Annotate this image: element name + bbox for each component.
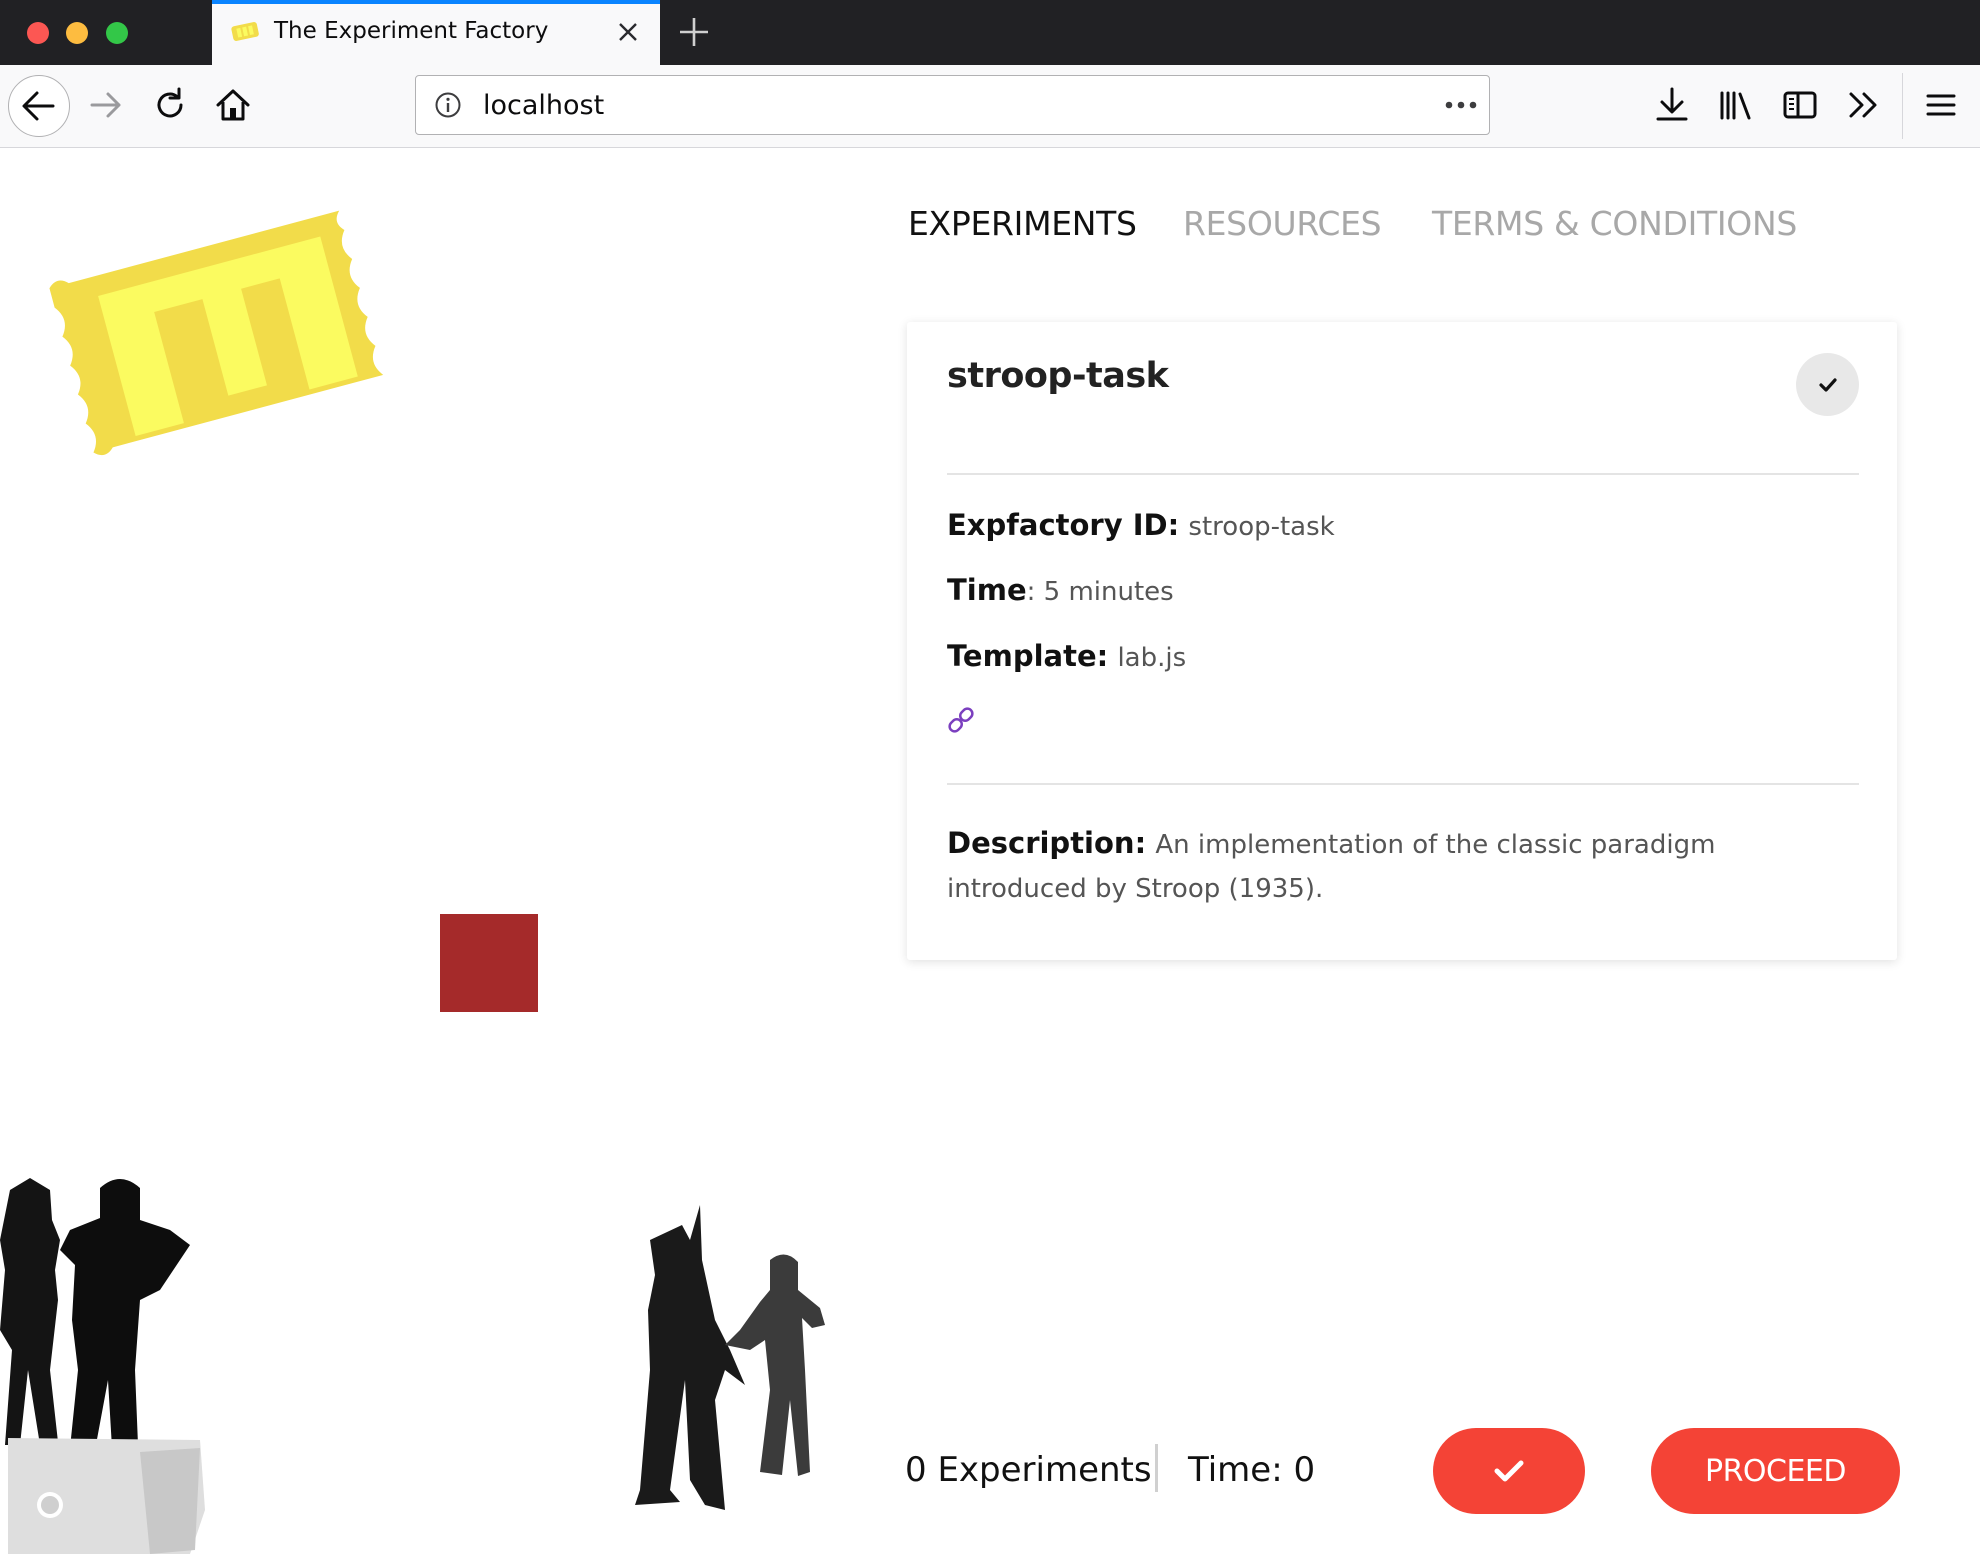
tab-title: The Experiment Factory (274, 18, 549, 44)
template-value: lab.js (1117, 643, 1187, 673)
browser-tab-bar: The Experiment Factory (0, 0, 1980, 65)
home-icon[interactable] (213, 85, 253, 125)
favicon-icon (231, 22, 259, 41)
time-label: Time (947, 573, 1027, 607)
sidebar-icon[interactable] (1780, 85, 1820, 125)
toolbar-separator (1902, 73, 1903, 139)
library-icon[interactable] (1716, 85, 1756, 125)
expfactory-id-field: Expfactory ID: stroop-task (947, 508, 1335, 542)
select-all-button[interactable] (1433, 1428, 1585, 1514)
experiments-count: 0 Experiments (905, 1450, 1152, 1490)
info-icon[interactable] (434, 91, 462, 119)
zoom-window-button[interactable] (106, 22, 128, 44)
description-label: Description: (947, 826, 1147, 860)
new-tab-icon[interactable] (676, 14, 712, 50)
forward-arrow-icon[interactable] (86, 85, 126, 125)
close-tab-icon[interactable] (614, 18, 642, 46)
checkmark-icon (1819, 378, 1837, 392)
description: Description: An implementation of the cl… (947, 822, 1847, 910)
browser-tab[interactable]: The Experiment Factory (212, 0, 660, 65)
red-square (440, 914, 538, 1012)
checkmark-icon (1494, 1460, 1524, 1482)
more-actions-icon[interactable] (1443, 95, 1479, 115)
experiment-card: stroop-task Expfactory ID: stroop-task T… (907, 322, 1897, 960)
proceed-button[interactable]: PROCEED (1651, 1428, 1900, 1514)
divider (947, 473, 1859, 475)
reload-icon[interactable] (150, 85, 190, 125)
pointing-people-silhouette-illustration (635, 1205, 825, 1510)
experiment-factory-logo (49, 210, 384, 456)
overflow-chevron-icon[interactable] (1844, 85, 1884, 125)
time-value: : 5 minutes (1026, 577, 1174, 607)
nav-experiments[interactable]: EXPERIMENTS (908, 204, 1137, 243)
close-window-button[interactable] (27, 22, 49, 44)
hamburger-menu-icon[interactable] (1921, 85, 1961, 125)
footer-separator (1155, 1444, 1158, 1492)
time-field: Time: 5 minutes (947, 573, 1174, 607)
minimize-window-button[interactable] (66, 22, 88, 44)
expfactory-id-label: Expfactory ID: (947, 508, 1180, 542)
experiment-title: stroop-task (947, 356, 1169, 396)
template-field: Template: lab.js (947, 639, 1186, 673)
template-label: Template: (947, 639, 1109, 673)
nav-terms-conditions[interactable]: TERMS & CONDITIONS (1432, 204, 1797, 243)
link-icon[interactable] (947, 706, 975, 734)
address-bar[interactable]: localhost (415, 75, 1490, 135)
select-experiment-button[interactable] (1796, 353, 1859, 416)
url-text: localhost (483, 90, 605, 121)
back-arrow-icon (22, 91, 55, 121)
total-time: Time: 0 (1188, 1450, 1316, 1490)
download-icon[interactable] (1652, 85, 1692, 125)
nav-resources[interactable]: RESOURCES (1183, 204, 1382, 243)
divider (947, 783, 1859, 785)
expfactory-id-value: stroop-task (1188, 512, 1335, 542)
browser-toolbar: localhost (0, 65, 1980, 148)
people-silhouette-illustration (0, 1178, 205, 1554)
back-button[interactable] (8, 75, 70, 137)
